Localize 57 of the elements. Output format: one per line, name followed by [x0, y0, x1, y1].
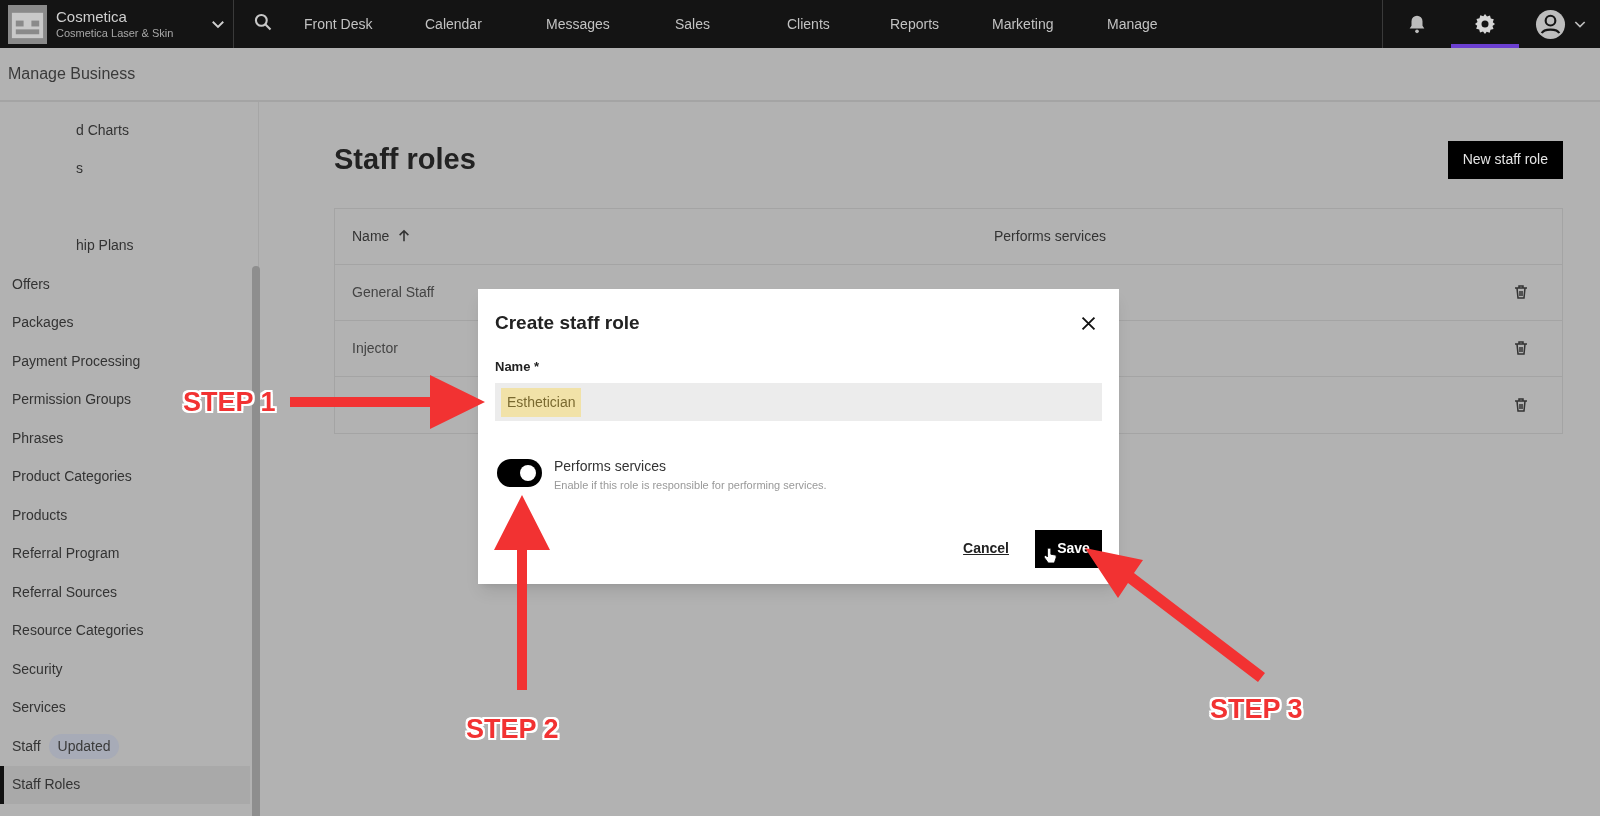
nav-link[interactable]: Front Desk [304, 13, 425, 35]
toggle-description: Enable if this role is responsible for performing services. [554, 478, 827, 493]
sidebar-item[interactable]: Staff Updated [12, 727, 120, 766]
sidebar-item[interactable]: Services [12, 688, 66, 727]
column-header[interactable]: Performs services [994, 225, 1107, 247]
toggle-switch[interactable] [497, 459, 542, 487]
sidebar-item[interactable]: Security [12, 650, 63, 689]
sidebar-item[interactable]: Packages [12, 303, 74, 342]
nav-link[interactable]: Sales [675, 13, 787, 35]
dialog-title: Create staff role [495, 311, 640, 335]
toggle-label: Performs services [554, 457, 668, 476]
search-icon[interactable] [253, 12, 273, 32]
nav-link[interactable]: Messages [546, 13, 675, 35]
trash-icon[interactable] [1513, 396, 1529, 413]
column-header[interactable]: Name [352, 225, 390, 247]
sidebar-item[interactable]: Resource Categories [12, 611, 144, 650]
table-cell-text: Injector [352, 338, 398, 358]
sidebar-item[interactable]: Products [12, 496, 68, 535]
sidebar-item[interactable]: s [76, 158, 83, 180]
avatar-icon [1535, 8, 1566, 40]
nav-link[interactable]: Reports [890, 13, 992, 35]
field-label: Name * [495, 357, 541, 376]
business-location: Cosmetica Laser & Skin [56, 26, 175, 41]
business-name: Cosmetica [56, 7, 128, 27]
sidebar-item[interactable]: hip Plans [76, 235, 134, 257]
sidebar-item[interactable]: Product Categories [12, 457, 132, 496]
name-field[interactable]: Esthetician [495, 383, 1102, 421]
sidebar-item[interactable]: Permission Groups [12, 380, 132, 419]
sidebar-item[interactable]: Payment Processing [12, 342, 141, 381]
nav-link[interactable]: Calendar [425, 13, 546, 35]
nav-link[interactable]: Manage [1107, 13, 1207, 35]
sidebar-item[interactable]: Referral Sources [12, 573, 118, 612]
nav-link[interactable]: Marketing [992, 13, 1107, 35]
cancel-link[interactable]: Cancel [963, 538, 1009, 559]
sort-ascending-icon[interactable] [397, 229, 412, 243]
business-switcher[interactable]: Cosmetica Cosmetica Laser & Skin [0, 0, 234, 48]
sidebar-item[interactable]: Offers [12, 265, 50, 304]
step-label: STEP 3 [1210, 693, 1303, 726]
page-title: Staff roles [334, 142, 476, 177]
storefront-logo-icon [8, 4, 47, 44]
sidebar-item[interactable]: Referral Program [12, 534, 120, 573]
sidebar-item[interactable]: Staff Roles [0, 765, 250, 804]
step-label: STEP 2 [466, 713, 559, 746]
page-header: Manage Business [8, 64, 136, 84]
hand-cursor-icon [1043, 547, 1057, 565]
step-label: STEP 1 [183, 386, 276, 419]
sidebar-item[interactable]: d Charts [76, 119, 129, 141]
trash-icon[interactable] [1513, 340, 1529, 356]
table-cell-text: General Staff [352, 282, 435, 302]
scrollbar-thumb[interactable] [252, 266, 260, 816]
new-staff-role-button[interactable]: New staff role [1447, 140, 1563, 179]
close-icon[interactable] [1080, 314, 1097, 332]
nav-link[interactable]: Clients [787, 13, 890, 35]
sidebar-item[interactable]: Phrases [12, 419, 64, 458]
trash-icon[interactable] [1513, 284, 1529, 300]
updated-badge: Updated [48, 733, 120, 759]
settings-icon [1473, 12, 1497, 36]
